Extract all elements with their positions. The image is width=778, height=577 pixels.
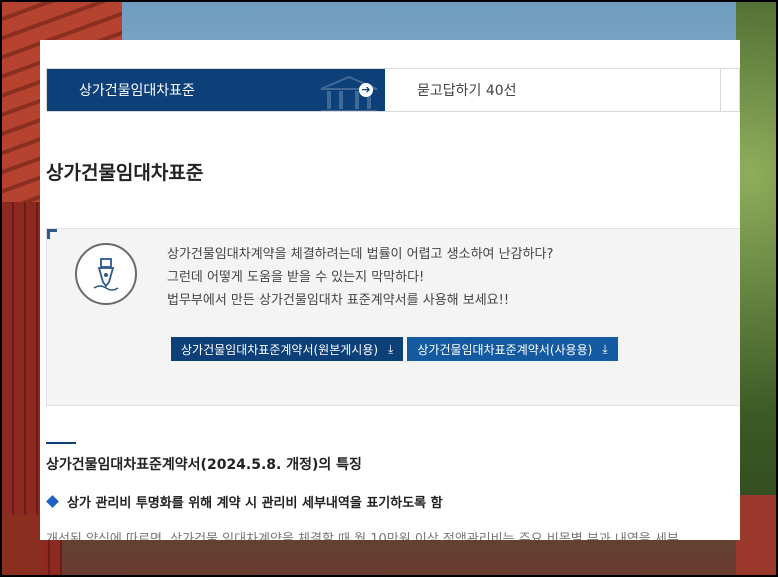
intro-line-2: 그런데 어떻게 도움을 받을 수 있는지 막막하다! — [167, 270, 425, 285]
download-user-button[interactable]: 상가건물임대차표준계약서(사용용) ⤓ — [407, 337, 618, 361]
tab-bar: 상가건물임대차표준 ➔ 묻고답하기 40선 — [46, 68, 740, 112]
button-label: 상가건물임대차표준계약서(원본게시용) — [181, 342, 379, 357]
background-bottom-right — [736, 495, 776, 575]
background-tree — [736, 2, 776, 575]
section-divider — [46, 442, 76, 444]
body-paragraph: 개선된 양식에 따르면, 상가건물 임대차계약을 체결할 때 월 10만원 이상… — [46, 532, 679, 540]
diamond-bullet-icon — [46, 495, 59, 508]
download-original-button[interactable]: 상가건물임대차표준계약서(원본게시용) ⤓ — [171, 337, 404, 361]
corner-decoration — [47, 229, 57, 239]
section-title: 상가건물임대차표준계약서(2024.5.8. 개정)의 특징 — [46, 457, 362, 473]
download-icon: ⤓ — [388, 341, 394, 356]
feature-point-text: 상가 관리비 투명화를 위해 계약 시 관리비 세부내역을 표기하도록 함 — [67, 496, 443, 511]
tab-lease-standard[interactable]: 상가건물임대차표준 ➔ — [47, 69, 385, 111]
download-buttons: 상가건물임대차표준계약서(원본게시용) ⤓ 상가건물임대차표준계약서(사용용) … — [171, 337, 618, 361]
button-label: 상가건물임대차표준계약서(사용용) — [417, 342, 593, 357]
download-icon: ⤓ — [602, 341, 608, 356]
feature-point: 상가 관리비 투명화를 위해 계약 시 관리비 세부내역을 표기하도록 함 — [46, 492, 443, 511]
content-page: 상가건물임대차표준 ➔ 묻고답하기 40선 상가건물임대차표준 상가건물임대차계… — [40, 40, 740, 540]
background-bottom-left — [2, 515, 42, 575]
intro-line-1: 상가건물임대차계약을 체결하려는데 법률이 어렵고 생소하여 난감하다? — [167, 247, 554, 262]
intro-line-3: 법무부에서 만든 상가건물임대차 표준계약서를 사용해 보세요!! — [167, 293, 510, 308]
intro-box: 상가건물임대차계약을 체결하려는데 법률이 어렵고 생소하여 난감하다? 그런데… — [46, 228, 740, 406]
page-title: 상가건물임대차표준 — [46, 162, 204, 184]
background-photo: 상가건물임대차표준 ➔ 묻고답하기 40선 상가건물임대차표준 상가건물임대차계… — [2, 2, 776, 575]
fountain-pen-icon — [93, 258, 119, 291]
intro-text: 상가건물임대차계약을 체결하려는데 법률이 어렵고 생소하여 난감하다? 그런데… — [167, 243, 553, 312]
pen-badge — [75, 243, 137, 305]
tab-label: 묻고답하기 40선 — [417, 83, 517, 99]
arrow-right-circle-icon: ➔ — [359, 83, 373, 97]
tab-qna-40[interactable]: 묻고답하기 40선 — [385, 69, 721, 111]
tab-label: 상가건물임대차표준 — [79, 83, 195, 99]
